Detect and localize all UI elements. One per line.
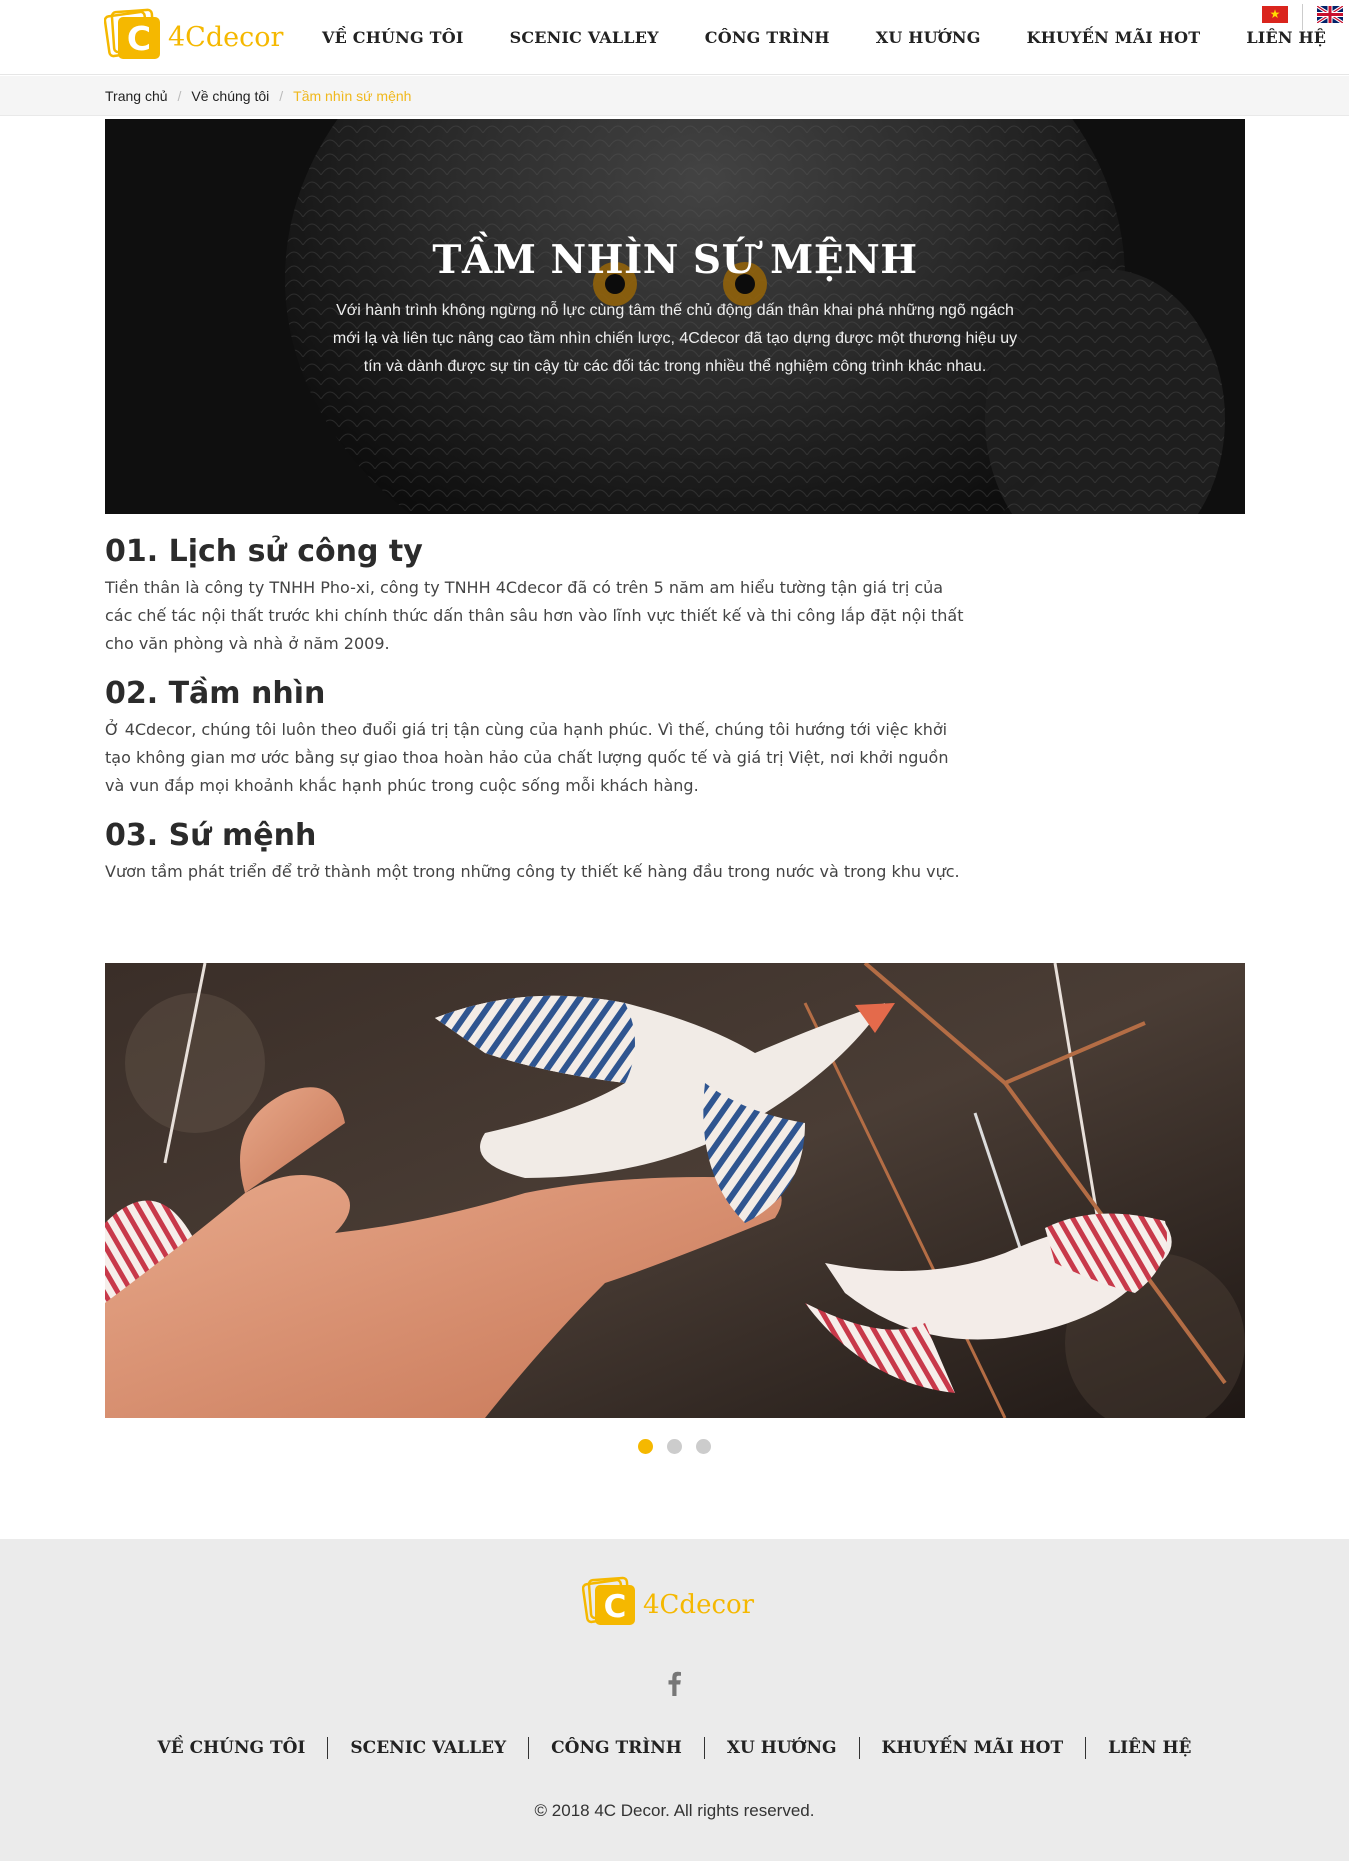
nav-khuyen-mai-hot[interactable]: KHUYẾN MÃI HOT	[1027, 28, 1201, 47]
site-header: C 4Cdecor VỀ CHÚNG TÔI SCENIC VALLEY CÔN…	[0, 0, 1349, 75]
slide-image-hand-with-fabric-birds	[105, 963, 1245, 1418]
section-heading-mission: 03. Sứ mệnh	[105, 818, 317, 853]
footer-nav: VỀ CHÚNG TÔI SCENIC VALLEY CÔNG TRÌNH XU…	[0, 1737, 1349, 1759]
footer-nav-ve-chung-toi[interactable]: VỀ CHÚNG TÔI	[136, 1737, 329, 1759]
section-body-mission: Vươn tầm phát triển để trở thành một tro…	[105, 862, 960, 881]
section-heading-vision: 02. Tầm nhìn	[105, 676, 326, 711]
flag-divider	[1302, 4, 1303, 30]
footer-logo-text: 4Cdecor	[643, 1590, 755, 1620]
section-body-history: Tiền thân là công ty TNHH Pho-xi, công t…	[105, 578, 964, 653]
logo[interactable]: C 4Cdecor	[104, 8, 294, 64]
svg-text:C: C	[604, 1589, 627, 1625]
footer-nav-lien-he[interactable]: LIÊN HỆ	[1086, 1737, 1213, 1759]
slider-dot-3[interactable]	[696, 1439, 711, 1454]
slider-pagination	[0, 1439, 1349, 1454]
logo-text: 4Cdecor	[168, 22, 283, 53]
section-heading-history: 01. Lịch sử công ty	[105, 534, 423, 569]
content-sections: 01. Lịch sử công ty Tiền thân là công ty…	[105, 530, 965, 900]
uk-flag-icon[interactable]	[1317, 6, 1343, 23]
main-nav: VỀ CHÚNG TÔI SCENIC VALLEY CÔNG TRÌNH XU…	[322, 28, 1349, 47]
language-switcher: ★	[1262, 4, 1343, 30]
breadcrumb-parent[interactable]: Về chúng tôi	[191, 88, 269, 104]
slider-dot-1[interactable]	[638, 1439, 653, 1454]
hero-description: Với hành trình không ngừng nỗ lực cùng t…	[332, 302, 1018, 375]
logo-icon: C	[582, 1576, 635, 1625]
nav-ve-chung-toi[interactable]: VỀ CHÚNG TÔI	[322, 28, 464, 47]
breadcrumb: Trang chủ / Về chúng tôi / Tầm nhìn sứ m…	[105, 88, 411, 104]
nav-scenic-valley[interactable]: SCENIC VALLEY	[510, 28, 659, 47]
vietnam-flag-icon[interactable]: ★	[1262, 6, 1288, 23]
nav-lien-he[interactable]: LIÊN HỆ	[1246, 28, 1326, 47]
footer-logo[interactable]: C 4Cdecor	[582, 1576, 768, 1630]
section-body-vision: Ở 4Cdecor, chúng tôi luôn theo đuổi giá …	[105, 720, 949, 795]
hero-banner: TẦM NHÌN SỨ MỆNH Với hành trình không ng…	[105, 119, 1245, 514]
breadcrumb-separator: /	[177, 88, 182, 104]
image-slider[interactable]	[105, 963, 1245, 1418]
footer-nav-xu-huong[interactable]: XU HƯỚNG	[705, 1737, 860, 1759]
footer-nav-cong-trinh[interactable]: CÔNG TRÌNH	[529, 1737, 705, 1759]
footer-nav-khuyen-mai-hot[interactable]: KHUYẾN MÃI HOT	[860, 1737, 1087, 1759]
breadcrumb-current: Tầm nhìn sứ mệnh	[293, 88, 412, 104]
svg-text:C: C	[127, 19, 151, 58]
facebook-icon[interactable]	[664, 1669, 684, 1697]
nav-xu-huong[interactable]: XU HƯỚNG	[876, 28, 981, 47]
site-footer: C 4Cdecor VỀ CHÚNG TÔI SCENIC VALLEY CÔN…	[0, 1539, 1349, 1861]
slider-dot-2[interactable]	[667, 1439, 682, 1454]
copyright-text: © 2018 4C Decor. All rights reserved.	[534, 1801, 815, 1820]
breadcrumb-bar: Trang chủ / Về chúng tôi / Tầm nhìn sứ m…	[0, 76, 1349, 116]
nav-cong-trinh[interactable]: CÔNG TRÌNH	[705, 28, 830, 47]
hero-title: TẦM NHÌN SỨ MỆNH	[432, 237, 918, 283]
breadcrumb-separator: /	[279, 88, 284, 104]
logo-icon: C	[104, 8, 160, 59]
breadcrumb-home[interactable]: Trang chủ	[105, 88, 168, 104]
footer-nav-scenic-valley[interactable]: SCENIC VALLEY	[328, 1737, 530, 1759]
